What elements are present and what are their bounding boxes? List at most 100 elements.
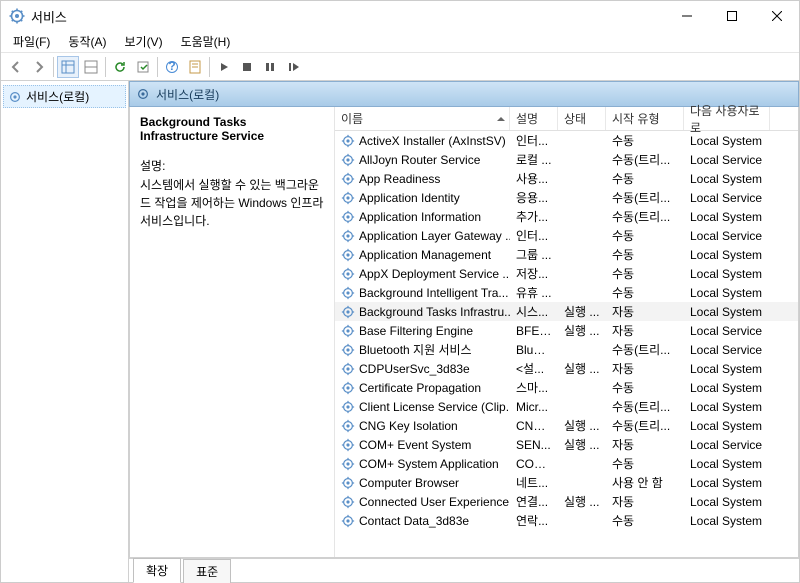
- service-name-cell: CDPUserSvc_3d83e: [335, 362, 510, 376]
- service-row[interactable]: Client License Service (Clip...Micr...수동…: [335, 397, 798, 416]
- maximize-button[interactable]: [709, 2, 754, 31]
- toolbar-separator: [53, 57, 54, 77]
- list-header: 이름 설명 상태 시작 유형 다음 사용자로 로: [335, 107, 798, 131]
- view-list-button[interactable]: [80, 56, 102, 78]
- tab-standard[interactable]: 표준: [183, 559, 231, 583]
- service-name: Application Management: [359, 248, 491, 262]
- refresh-button[interactable]: [109, 56, 131, 78]
- toolbar-separator: [209, 57, 210, 77]
- service-desc-cell: 스마...: [510, 379, 558, 396]
- pause-service-button[interactable]: [259, 56, 281, 78]
- column-header-name[interactable]: 이름: [335, 107, 510, 130]
- service-row[interactable]: Application Layer Gateway ...인터...수동Loca…: [335, 226, 798, 245]
- stop-service-button[interactable]: [236, 56, 258, 78]
- service-desc-cell: 시스...: [510, 303, 558, 320]
- view-details-button[interactable]: [57, 56, 79, 78]
- service-desc-cell: 로컬 ...: [510, 151, 558, 168]
- service-name: App Readiness: [359, 172, 440, 186]
- service-row[interactable]: Application Management그룹 ...수동Local Syst…: [335, 245, 798, 264]
- service-row[interactable]: COM+ Event SystemSEN...실행 ...자동Local Ser…: [335, 435, 798, 454]
- service-row[interactable]: Computer Browser네트...사용 안 함Local System: [335, 473, 798, 492]
- service-row[interactable]: Connected User Experience...연결...실행 ...자…: [335, 492, 798, 511]
- service-desc-cell: 인터...: [510, 132, 558, 149]
- service-logon-cell: Local System: [684, 362, 770, 376]
- export-button[interactable]: [132, 56, 154, 78]
- properties-button[interactable]: [184, 56, 206, 78]
- service-logon-cell: Local Service: [684, 324, 770, 338]
- service-desc-cell: 추가...: [510, 208, 558, 225]
- service-logon-cell: Local System: [684, 286, 770, 300]
- help-button[interactable]: ?: [161, 56, 183, 78]
- service-name: COM+ System Application: [359, 457, 499, 471]
- minimize-button[interactable]: [664, 2, 709, 31]
- service-name: AllJoyn Router Service: [359, 153, 480, 167]
- service-name-cell: Application Management: [335, 248, 510, 262]
- service-row[interactable]: Application Identity응용...수동(트리...Local S…: [335, 188, 798, 207]
- tree-root-label: 서비스(로컬): [26, 88, 89, 105]
- service-start-cell: 수동(트리...: [606, 189, 684, 206]
- nav-forward-button[interactable]: [28, 56, 50, 78]
- service-name: Background Intelligent Tra...: [359, 286, 508, 300]
- service-row[interactable]: Bluetooth 지원 서비스Bluet...수동(트리...Local Se…: [335, 340, 798, 359]
- service-name: Application Identity: [359, 191, 460, 205]
- service-status-cell: 실행 ...: [558, 322, 606, 339]
- service-start-cell: 자동: [606, 322, 684, 339]
- service-list[interactable]: ActiveX Installer (AxInstSV)인터...수동Local…: [335, 131, 798, 557]
- column-header-logon-as[interactable]: 다음 사용자로 로: [684, 107, 770, 130]
- menu-action[interactable]: 동작(A): [60, 31, 114, 52]
- tab-extended[interactable]: 확장: [133, 558, 181, 583]
- service-row[interactable]: CNG Key IsolationCNG ...실행 ...수동(트리...Lo…: [335, 416, 798, 435]
- service-row[interactable]: Background Tasks Infrastru...시스...실행 ...…: [335, 302, 798, 321]
- service-name-cell: Application Identity: [335, 191, 510, 205]
- service-desc-cell: COM...: [510, 457, 558, 471]
- restart-service-button[interactable]: [282, 56, 304, 78]
- menu-file[interactable]: 파일(F): [5, 31, 58, 52]
- service-start-cell: 수동: [606, 265, 684, 282]
- tree-root-item[interactable]: 서비스(로컬): [3, 85, 126, 108]
- service-start-cell: 수동: [606, 227, 684, 244]
- service-name: CDPUserSvc_3d83e: [359, 362, 470, 376]
- nav-back-button[interactable]: [5, 56, 27, 78]
- close-button[interactable]: [754, 2, 799, 31]
- service-desc-cell: 저장...: [510, 265, 558, 282]
- toolbar-separator: [157, 57, 158, 77]
- service-row[interactable]: Base Filtering EngineBFE(...실행 ...자동Loca…: [335, 321, 798, 340]
- gear-icon: [341, 134, 355, 148]
- service-row[interactable]: AllJoyn Router Service로컬 ...수동(트리...Loca…: [335, 150, 798, 169]
- service-name-cell: Bluetooth 지원 서비스: [335, 341, 510, 358]
- menu-view[interactable]: 보기(V): [116, 31, 170, 52]
- gear-icon: [341, 248, 355, 262]
- service-status-cell: 실행 ...: [558, 303, 606, 320]
- detail-pane: Background Tasks Infrastructure Service …: [130, 107, 335, 557]
- service-desc-cell: SEN...: [510, 438, 558, 452]
- toolbar-separator: [105, 57, 106, 77]
- service-name-cell: Computer Browser: [335, 476, 510, 490]
- service-row[interactable]: Background Intelligent Tra...유휴 ...수동Loc…: [335, 283, 798, 302]
- service-row[interactable]: Contact Data_3d83e연락...수동Local System: [335, 511, 798, 530]
- service-row[interactable]: AppX Deployment Service ...저장...수동Local …: [335, 264, 798, 283]
- service-name-cell: Base Filtering Engine: [335, 324, 510, 338]
- service-row[interactable]: Certificate Propagation스마...수동Local Syst…: [335, 378, 798, 397]
- service-name-cell: Application Information: [335, 210, 510, 224]
- service-row[interactable]: COM+ System ApplicationCOM...수동Local Sys…: [335, 454, 798, 473]
- service-desc-cell: 연결...: [510, 493, 558, 510]
- service-status-cell: 실행 ...: [558, 360, 606, 377]
- service-row[interactable]: CDPUserSvc_3d83e<설...실행 ...자동Local Syste…: [335, 359, 798, 378]
- menu-help[interactable]: 도움말(H): [173, 31, 239, 52]
- service-row[interactable]: Application Information추가...수동(트리...Loca…: [335, 207, 798, 226]
- service-desc-cell: Micr...: [510, 400, 558, 414]
- service-desc-cell: Bluet...: [510, 343, 558, 357]
- service-logon-cell: Local System: [684, 400, 770, 414]
- service-logon-cell: Local System: [684, 495, 770, 509]
- service-start-cell: 수동(트리...: [606, 341, 684, 358]
- column-header-description[interactable]: 설명: [510, 107, 558, 130]
- service-name-cell: Client License Service (Clip...: [335, 400, 510, 414]
- service-row[interactable]: App Readiness사용...수동Local System: [335, 169, 798, 188]
- service-name: AppX Deployment Service ...: [359, 267, 510, 281]
- column-header-startup-type[interactable]: 시작 유형: [606, 107, 684, 130]
- view-tabs: 확장 표준: [129, 558, 799, 582]
- column-header-status[interactable]: 상태: [558, 107, 606, 130]
- start-service-button[interactable]: [213, 56, 235, 78]
- service-desc-cell: 유휴 ...: [510, 284, 558, 301]
- service-status-cell: 실행 ...: [558, 493, 606, 510]
